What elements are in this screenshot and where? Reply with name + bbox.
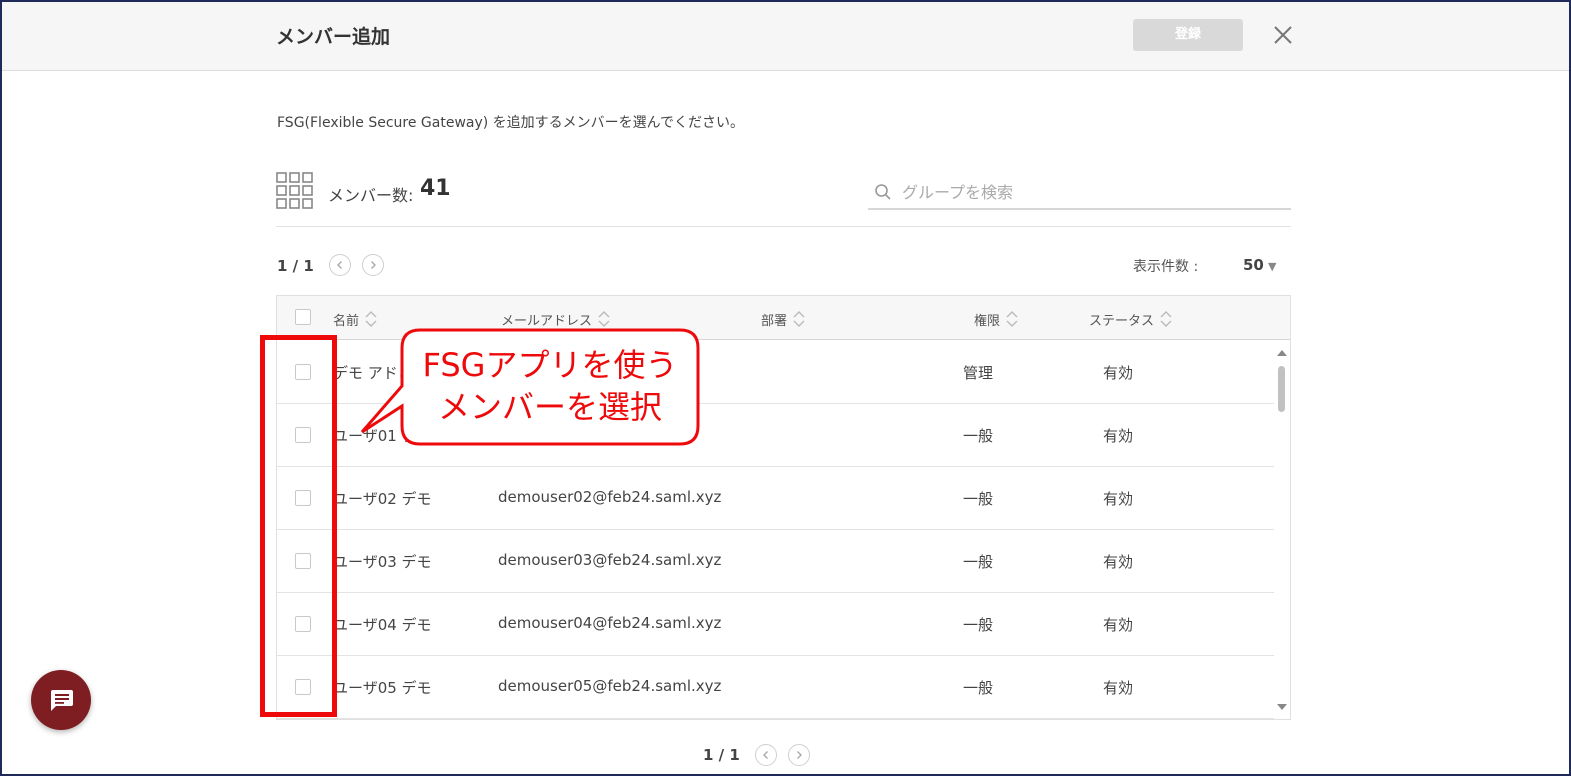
sort-icon[interactable] [1160, 309, 1172, 329]
prev-page-button-bottom[interactable] [755, 744, 777, 766]
scroll-up-arrow-icon[interactable] [1277, 350, 1287, 356]
select-all-checkbox[interactable] [295, 309, 311, 325]
cell-role: 一般 [963, 490, 994, 508]
cell-name: ユーザ03 デモ [333, 553, 432, 571]
page-indicator-bottom: 1 / 1 [703, 746, 740, 764]
dialog-header [2, 2, 1569, 71]
cell-status: 有効 [1103, 553, 1134, 571]
close-icon[interactable] [1270, 22, 1296, 48]
cell-role: 一般 [963, 553, 994, 571]
callout-text: FSGアプリを使う メンバーを選択 [400, 344, 700, 428]
header-status-label: ステータス [1089, 314, 1155, 329]
cell-role: 管理 [963, 364, 994, 382]
register-button[interactable]: 登録 [1133, 19, 1243, 51]
cell-role: 一般 [963, 427, 994, 445]
table-scrollbar[interactable] [1275, 344, 1289, 714]
chat-button[interactable] [31, 670, 91, 730]
cell-role: 一般 [963, 679, 994, 697]
member-count-value: 41 [420, 176, 451, 201]
page-indicator-top: 1 / 1 [277, 257, 314, 275]
callout-line-2: メンバーを選択 [437, 388, 662, 426]
cell-email: demouser02@feb24.saml.xyz [498, 488, 722, 506]
header-role[interactable]: 権限 [974, 310, 1018, 329]
cell-status: 有効 [1103, 427, 1134, 445]
cell-email: demouser03@feb24.saml.xyz [498, 551, 722, 569]
search-input[interactable] [900, 178, 1284, 206]
cell-name: ユーザ04 デモ [333, 616, 432, 634]
next-page-button-bottom[interactable] [788, 744, 810, 766]
table-row[interactable]: ユーザ04 デモ demouser04@feb24.saml.xyz 一般 有効 [277, 592, 1274, 656]
header-status[interactable]: ステータス [1089, 310, 1172, 329]
table-row[interactable]: ユーザ05 デモ demouser05@feb24.saml.xyz 一般 有効 [277, 655, 1274, 719]
per-page-label: 表示件数 : [1133, 259, 1199, 275]
cell-email: demouser05@feb24.saml.xyz [498, 677, 722, 695]
instruction-text: FSG(Flexible Secure Gateway) を追加するメンバーを選… [277, 115, 744, 131]
search-box [868, 176, 1291, 210]
cell-status: 有効 [1103, 616, 1134, 634]
cell-name: ユーザ05 デモ [333, 679, 432, 697]
cell-status: 有効 [1103, 490, 1134, 508]
chevron-right-icon [797, 751, 802, 759]
sort-icon[interactable] [1006, 309, 1018, 329]
cell-role: 一般 [963, 616, 994, 634]
cell-status: 有効 [1103, 364, 1134, 382]
chevron-right-icon [371, 261, 376, 269]
scroll-thumb[interactable] [1278, 366, 1285, 412]
sort-icon[interactable] [793, 309, 805, 329]
per-page-select[interactable]: 50 [1243, 256, 1264, 274]
search-icon [875, 184, 891, 200]
scroll-down-arrow-icon[interactable] [1277, 704, 1287, 710]
divider [276, 226, 1291, 227]
chat-icon [51, 690, 73, 711]
chevron-left-icon [763, 751, 768, 759]
header-role-label: 権限 [974, 314, 1001, 329]
grid-view-icon [276, 172, 313, 209]
checkbox-highlight-box [260, 335, 337, 717]
dropdown-caret-icon[interactable]: ▼ [1268, 260, 1276, 273]
callout-line-1: FSGアプリを使う [422, 346, 678, 384]
next-page-button[interactable] [362, 254, 384, 276]
cell-status: 有効 [1103, 679, 1134, 697]
dialog-title: メンバー追加 [276, 26, 391, 48]
header-dept-label: 部署 [761, 314, 788, 329]
chevron-left-icon [337, 261, 342, 269]
cell-email: demouser04@feb24.saml.xyz [498, 614, 722, 632]
cell-name: ユーザ02 デモ [333, 490, 432, 508]
member-count-label: メンバー数: [328, 186, 414, 205]
table-row[interactable]: ユーザ02 デモ demouser02@feb24.saml.xyz 一般 有効 [277, 466, 1274, 530]
table-row[interactable]: ユーザ03 デモ demouser03@feb24.saml.xyz 一般 有効 [277, 529, 1274, 593]
prev-page-button[interactable] [329, 254, 351, 276]
header-dept[interactable]: 部署 [761, 310, 805, 329]
